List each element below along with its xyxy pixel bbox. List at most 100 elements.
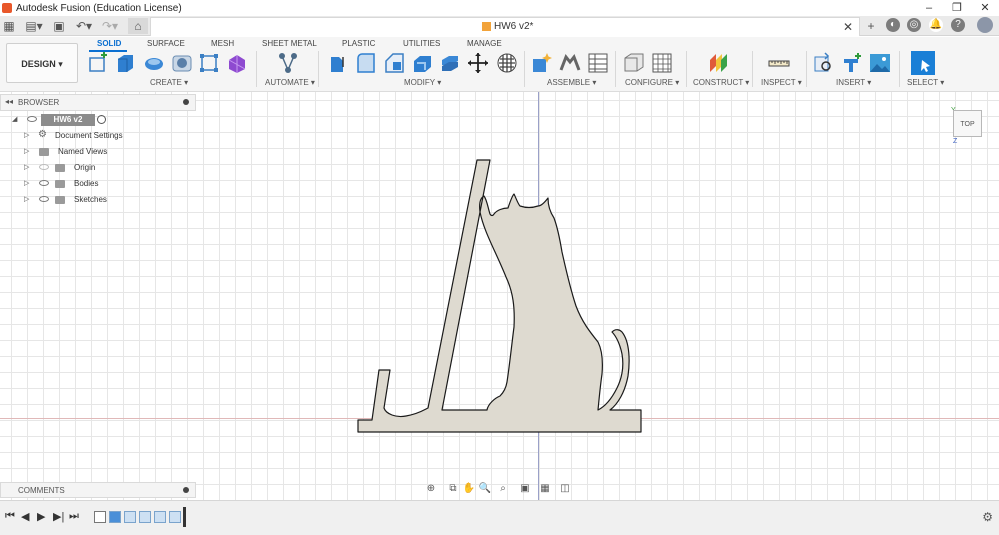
orbit-icon[interactable]: ⊕ [424,482,438,496]
tab-mesh[interactable]: MESH [211,39,234,48]
tree-item-document-settings[interactable]: ▷ ⚙ Document Settings [0,129,196,143]
browser-panel-header[interactable]: ◂◂ BROWSER [0,94,196,111]
collapse-panel-icon[interactable]: ◂◂ [5,97,13,106]
stand-body[interactable] [357,159,642,433]
data-panel-icon[interactable]: ◐ [886,18,900,32]
new-component-icon[interactable] [531,52,553,74]
create-sketch-icon[interactable] [87,52,109,74]
expand-arrow-icon[interactable]: ▷ [24,147,29,155]
expand-arrow-icon[interactable]: ▷ [24,179,29,187]
display-settings-icon[interactable]: ▣ [518,482,532,496]
new-tab-icon[interactable]: + [864,18,878,34]
group-select[interactable]: SELECT ▾ [907,78,944,87]
tab-plastic[interactable]: PLASTIC [342,39,375,48]
browser-pin-icon[interactable] [183,99,189,105]
group-create[interactable]: CREATE ▾ [150,78,188,87]
tab-sheet-metal[interactable]: SHEET METAL [262,39,317,48]
timeline-sketch-feature[interactable] [94,511,106,523]
document-tab[interactable]: HW6 v2* ✕ [150,17,860,36]
collapse-arrow-icon[interactable]: ◢ [12,115,17,123]
select-icon[interactable] [911,51,935,75]
tab-surface[interactable]: SURFACE [147,39,185,48]
expand-arrow-icon[interactable]: ▷ [24,195,29,203]
move-copy-icon[interactable] [467,52,489,74]
insert-derive-icon[interactable] [813,52,835,74]
activate-radio-icon[interactable] [97,115,106,124]
notifications-icon[interactable]: 🔔 [929,18,943,32]
viewcube[interactable]: TOP [953,110,982,137]
root-component-label[interactable]: HW6 v2 [41,114,95,126]
file-menu-icon[interactable]: ▤▾ [24,18,44,34]
tree-item-named-views[interactable]: ▷ Named Views [0,145,196,159]
joint-icon[interactable] [559,52,581,74]
revolve-icon[interactable] [143,52,165,74]
timeline-fillet-feature[interactable] [169,511,181,523]
close-window-button[interactable]: ✕ [971,0,999,16]
look-at-icon[interactable]: ⧉ [446,482,460,496]
group-automate[interactable]: AUTOMATE ▾ [265,78,315,87]
press-pull-icon[interactable] [327,52,349,74]
configuration-table-icon[interactable] [651,52,673,74]
pan-hand-icon[interactable]: ✋ [462,482,476,496]
grid-settings-icon[interactable]: ▦ [538,482,552,496]
undo-icon[interactable]: ↶▾ [74,18,94,34]
bom-table-icon[interactable] [587,52,609,74]
fit-icon[interactable]: ⌕ [496,482,510,496]
group-insert[interactable]: INSERT ▾ [836,78,871,87]
zoom-icon[interactable]: 🔍 [478,482,492,496]
tab-manage[interactable]: MANAGE [467,39,502,48]
visibility-eye-icon[interactable] [27,116,37,122]
timeline-fillet-feature[interactable] [139,511,151,523]
timeline-extrude-feature[interactable] [109,511,121,523]
close-tab-button[interactable]: ✕ [843,20,853,34]
comments-add-icon[interactable] [183,487,189,493]
combine-icon[interactable] [439,52,461,74]
save-icon[interactable]: ▣ [52,18,66,34]
help-icon[interactable]: ? [951,18,965,32]
hole-icon[interactable] [171,52,193,74]
workspace-switcher[interactable]: DESIGN ▾ [6,43,78,83]
insert-mcmaster-icon[interactable] [841,52,863,74]
tree-item-origin[interactable]: ▷ Origin [0,161,196,175]
home-icon[interactable]: ⌂ [128,18,148,34]
go-to-end-icon[interactable]: ⏭ [69,510,79,523]
step-forward-icon[interactable]: ▶| [53,510,64,523]
group-configure[interactable]: CONFIGURE ▾ [625,78,679,87]
extrude-icon[interactable] [114,52,136,74]
fillet-icon[interactable] [355,52,377,74]
configure-icon[interactable] [623,52,645,74]
automate-icon[interactable] [277,52,299,74]
shell-icon[interactable] [411,52,433,74]
visibility-eye-icon[interactable] [39,180,49,186]
viewports-icon[interactable]: ◫ [558,482,572,496]
timeline-fillet-feature[interactable] [154,511,166,523]
play-icon[interactable]: ▶ [37,510,45,523]
chamfer-icon[interactable] [383,52,405,74]
user-avatar[interactable] [977,17,993,33]
go-to-start-icon[interactable]: ⏮ [5,510,15,523]
redo-icon[interactable]: ↷▾ [100,18,120,34]
group-inspect[interactable]: INSPECT ▾ [761,78,802,87]
tab-solid[interactable]: SOLID [97,39,121,48]
timeline-marker[interactable] [183,507,186,527]
offset-plane-icon[interactable] [707,52,729,74]
group-construct[interactable]: CONSTRUCT ▾ [693,78,749,87]
hidden-eye-icon[interactable] [39,164,49,170]
pattern-icon[interactable] [198,52,220,74]
tab-utilities[interactable]: UTILITIES [403,39,440,48]
step-back-icon[interactable]: ◀ [21,510,29,523]
appearance-icon[interactable] [496,52,518,74]
comments-panel-header[interactable]: COMMENTS [0,482,196,498]
measure-icon[interactable] [768,52,790,74]
minimize-button[interactable]: – [915,0,943,16]
tree-item-sketches[interactable]: ▷ Sketches [0,193,196,207]
group-modify[interactable]: MODIFY ▾ [404,78,441,87]
expand-arrow-icon[interactable]: ▷ [24,131,29,139]
restore-button[interactable]: ❐ [943,0,971,16]
app-grid-icon[interactable]: ▦ [2,18,16,34]
timeline-fillet-feature[interactable] [124,511,136,523]
visibility-eye-icon[interactable] [39,196,49,202]
form-icon[interactable] [226,52,248,74]
timeline-settings-gear-icon[interactable]: ⚙ [982,510,993,524]
insert-canvas-icon[interactable] [869,52,891,74]
